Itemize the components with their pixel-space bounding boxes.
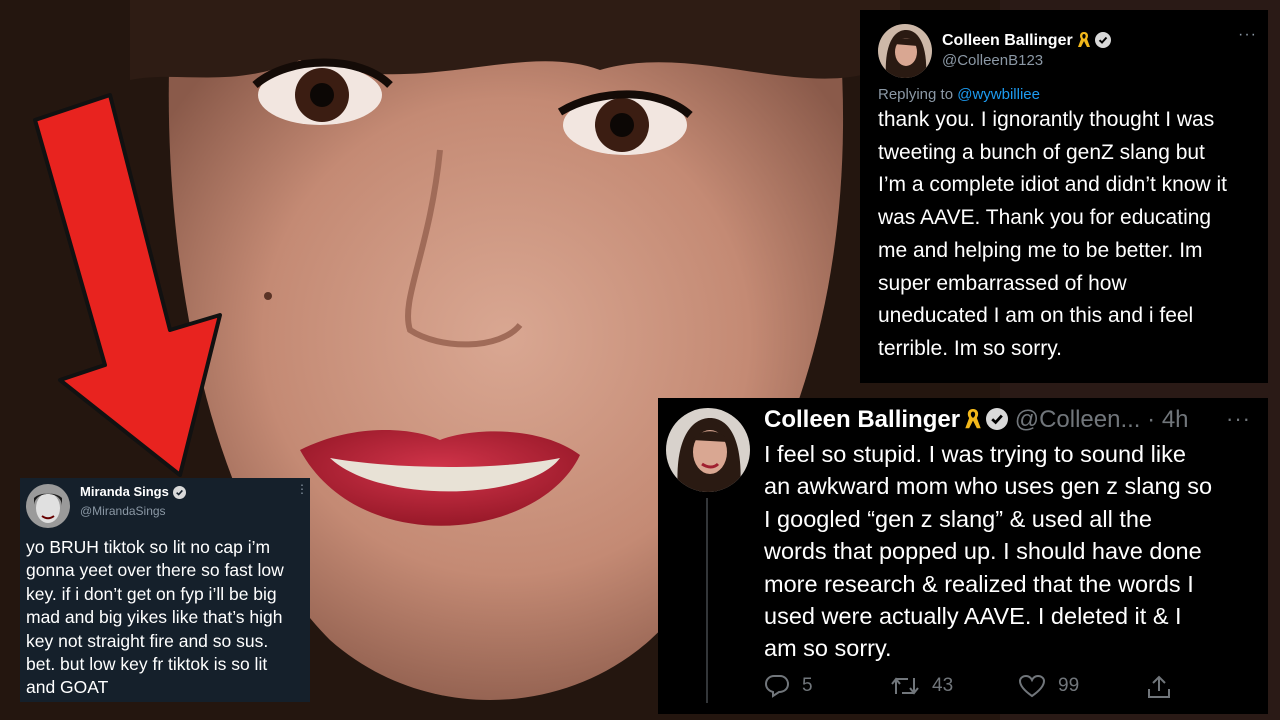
like-count: 99: [1058, 675, 1080, 696]
more-options-icon[interactable]: ⋮: [296, 482, 308, 496]
user-handle[interactable]: @MirandaSings: [80, 504, 166, 518]
avatar[interactable]: [666, 408, 750, 492]
tweet-line: I googled “gen z slang” & used all the: [764, 505, 1153, 532]
tweet-line: key not straight fire and so sus.: [26, 630, 269, 651]
tweet-line: mad and big yikes like that’s high: [26, 607, 283, 628]
tweet-line: me and helping me to be better. Im: [878, 238, 1203, 262]
user-handle[interactable]: @Colleen...: [1015, 406, 1141, 433]
display-name[interactable]: Miranda Sings: [80, 484, 186, 499]
like-button[interactable]: 99: [1018, 674, 1079, 698]
tweet-card-miranda[interactable]: Miranda Sings @MirandaSings ⋮ yo BRUH ti…: [20, 478, 310, 702]
tweet-line: terrible. Im so sorry.: [878, 336, 1062, 360]
avatar[interactable]: [878, 24, 932, 78]
awareness-ribbon-icon: [965, 409, 981, 429]
tweet-line: super embarrassed of how: [878, 271, 1127, 295]
tweet-line: used were actually AAVE. I deleted it & …: [764, 603, 1182, 630]
tweet-line: and GOAT: [26, 677, 109, 698]
thread-line: [706, 498, 708, 703]
tweet-line: tweeting a bunch of genZ slang but: [878, 140, 1205, 164]
display-name[interactable]: Colleen Ballinger: [942, 30, 1111, 50]
tweet-text: yo BRUH tiktok so lit no cap i’m gonna y…: [26, 536, 308, 700]
tweet-text: thank you. I ignorantly thought I was tw…: [878, 104, 1258, 366]
timestamp[interactable]: · 4h: [1147, 406, 1188, 433]
tweet-line: I feel so stupid. I was trying to sound …: [764, 441, 1186, 467]
tweet-line: uneducated I am on this and i feel: [878, 304, 1194, 328]
tweet-actions: 5 43 99: [764, 674, 1264, 704]
tweet-line: gonna yeet over there so fast low: [26, 560, 284, 581]
tweet-line: I’m a complete idiot and didn’t know it: [878, 173, 1228, 197]
verified-badge-icon: [172, 486, 186, 499]
replying-to: Replying to @wywbilliee: [878, 86, 1040, 103]
mention-link[interactable]: @wywbilliee: [957, 86, 1040, 103]
reply-icon: [764, 675, 790, 698]
display-name[interactable]: Colleen Ballinger: [764, 406, 960, 433]
more-options-icon[interactable]: ···: [1226, 406, 1251, 432]
share-button[interactable]: [1146, 674, 1184, 700]
tweet-line: words that popped up. I should have done: [764, 538, 1202, 565]
tweet-line: yo BRUH tiktok so lit no cap i’m: [26, 537, 271, 557]
tweet-header: Colleen Ballinger @Colleen... · 4h: [764, 406, 1189, 434]
tweet-line: bet. but low key fr tiktok is so lit: [26, 654, 268, 675]
awareness-ribbon-icon: [1077, 32, 1090, 47]
reply-button[interactable]: 5: [764, 674, 813, 698]
tweet-line: key. if i don’t get on fyp i’ll be big: [26, 583, 277, 604]
heart-icon: [1018, 674, 1046, 698]
verified-badge-icon: [986, 408, 1009, 430]
tweet-line: thank you. I ignorantly thought I was: [878, 108, 1215, 131]
share-icon: [1148, 675, 1170, 698]
tweet-line: more research & realized that the words …: [764, 570, 1194, 597]
tweet-card-reply[interactable]: Colleen Ballinger @ColleenB123 ··· Reply…: [860, 10, 1268, 383]
avatar[interactable]: [26, 484, 70, 528]
retweet-count: 43: [932, 675, 954, 696]
tweet-card-apology[interactable]: Colleen Ballinger @Colleen... · 4h ··· I…: [658, 398, 1268, 714]
tweet-line: an awkward mom who uses gen z slang so: [764, 473, 1213, 500]
more-options-icon[interactable]: ···: [1238, 26, 1257, 44]
tweet-line: am so sorry.: [764, 635, 892, 662]
reply-count: 5: [802, 675, 813, 696]
user-handle[interactable]: @ColleenB123: [942, 52, 1043, 69]
tweet-line: was AAVE. Thank you for educating: [878, 206, 1212, 230]
tweet-text: I feel so stupid. I was trying to sound …: [764, 438, 1264, 665]
retweet-icon: [891, 677, 919, 695]
retweet-button[interactable]: 43: [890, 674, 953, 698]
verified-badge-icon: [1094, 32, 1111, 48]
